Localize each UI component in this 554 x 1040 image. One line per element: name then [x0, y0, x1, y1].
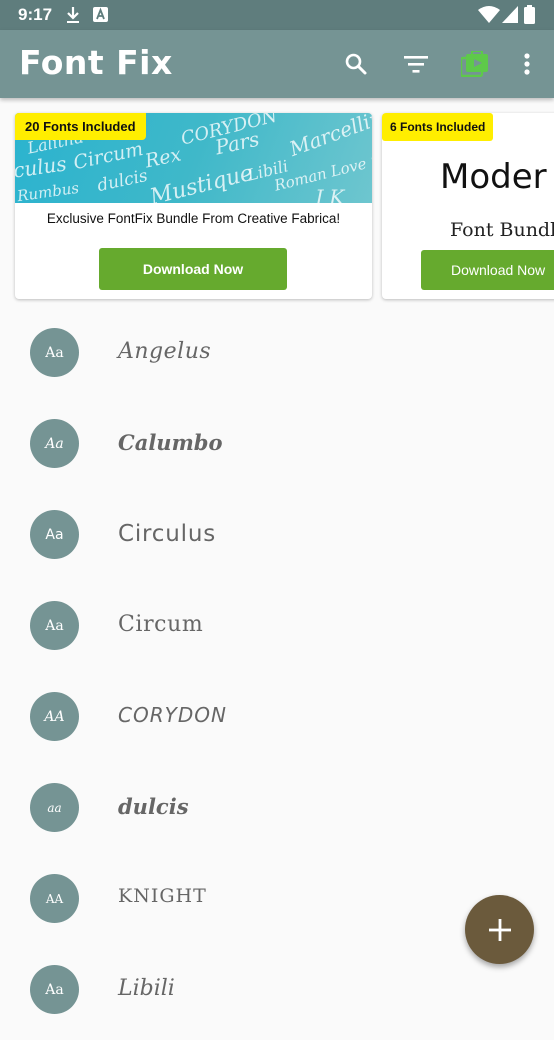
font-preview-avatar: aa	[30, 783, 79, 832]
font-preview-avatar: Aa	[30, 601, 79, 650]
banner-word: culus	[15, 151, 69, 183]
add-font-fab[interactable]	[465, 895, 534, 964]
fonts-count-badge: 6 Fonts Included	[382, 113, 494, 141]
banner-word: Marcellino	[286, 113, 372, 161]
app-bar: Font Fix	[0, 30, 554, 98]
promo-card-fontfix-bundle[interactable]: CORYDON Marcellino Lalitha culus Circum …	[15, 113, 372, 299]
app-a-icon	[93, 7, 108, 27]
banner-word: Rex	[143, 143, 184, 173]
fonts-count-badge: 20 Fonts Included	[15, 113, 146, 140]
promo-description: Exclusive FontFix Bundle From Creative F…	[46, 211, 341, 226]
download-now-button[interactable]: Download Now	[99, 248, 287, 290]
font-preview-avatar: Aa	[30, 510, 79, 559]
font-name: Circulus	[118, 521, 216, 547]
search-icon[interactable]	[341, 49, 371, 79]
status-time: 9:17	[18, 5, 53, 24]
font-name: Libili	[118, 976, 175, 1001]
list-item[interactable]: Aa Circulus	[0, 494, 554, 585]
font-preview-avatar: Aa	[30, 965, 79, 1014]
font-preview-avatar: Aa	[30, 328, 79, 377]
list-item[interactable]: Aa Angelus	[0, 312, 554, 403]
promo-card-modern-bundle[interactable]: 6 Fonts Included Moder Font Bundle Downl…	[382, 113, 554, 299]
font-preview-avatar: AA	[30, 874, 79, 923]
download-icon	[66, 6, 80, 29]
list-item[interactable]: Aa Libili	[0, 949, 554, 1040]
battery-icon	[524, 5, 535, 29]
app-title: Font Fix	[19, 43, 173, 82]
more-vert-icon[interactable]	[512, 49, 542, 79]
font-name: CORYDON	[118, 703, 227, 727]
list-item[interactable]: Aa Circum	[0, 585, 554, 676]
list-item[interactable]: AA CORYDON	[0, 676, 554, 767]
font-name: KNIGHT	[118, 885, 207, 907]
wifi-icon	[478, 6, 500, 28]
promo-subline: Font Bundle	[450, 219, 554, 241]
download-now-button[interactable]: Download Now	[421, 250, 554, 290]
status-bar: 9:17	[0, 0, 554, 30]
list-item[interactable]: aa dulcis	[0, 767, 554, 858]
font-name: Calumbo	[118, 430, 223, 455]
font-preview-avatar: Aa	[30, 419, 79, 468]
promo-headline: Moder	[440, 157, 547, 197]
banner-word: J K	[315, 185, 345, 203]
add-icon	[488, 918, 511, 941]
font-name: Circum	[118, 612, 204, 637]
signal-icon	[502, 6, 518, 28]
banner-word: dulcis	[95, 165, 150, 197]
banner-word: Rumbus	[16, 178, 81, 203]
font-name: Angelus	[118, 339, 212, 364]
font-name: dulcis	[118, 794, 189, 819]
font-preview-avatar: AA	[30, 692, 79, 741]
list-item[interactable]: Aa Calumbo	[0, 403, 554, 494]
promo-carousel[interactable]: CORYDON Marcellino Lalitha culus Circum …	[0, 98, 554, 312]
bundle-store-icon[interactable]	[460, 49, 490, 79]
filter-icon[interactable]	[401, 49, 431, 79]
